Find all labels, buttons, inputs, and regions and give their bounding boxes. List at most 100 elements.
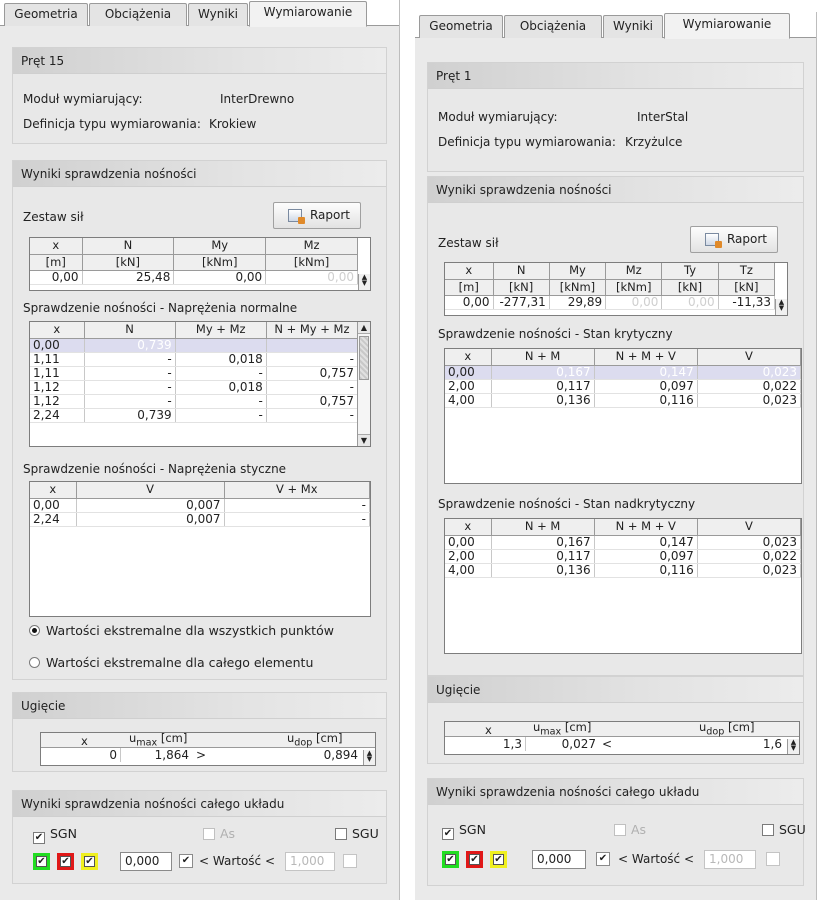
max-enable-checkbox[interactable] <box>766 852 780 866</box>
tab-obciazenia[interactable]: Obciążenia <box>504 15 602 38</box>
tab-geometria[interactable]: Geometria <box>419 15 503 38</box>
report-icon <box>288 209 305 224</box>
table-row[interactable]: 1,12- -0,757 <box>30 394 359 409</box>
row-spinner[interactable]: ▲ ▼ <box>363 750 375 765</box>
col-udop: udop [cm] <box>287 731 342 748</box>
min-value-input[interactable]: 0,000 <box>532 850 586 869</box>
scroll-up-icon[interactable]: ▲ <box>358 322 370 334</box>
table-scrollbar[interactable]: ▲ ▼ <box>357 322 370 446</box>
table-row[interactable]: 2,24 0,739- - <box>30 408 359 423</box>
col-tz: Tz <box>718 263 776 280</box>
table-row[interactable]: 0,00 0,739 <box>30 338 359 353</box>
as-checkbox[interactable]: As <box>203 826 235 841</box>
udop-subscript: dop <box>706 726 725 738</box>
table-row[interactable]: 0,00 -277,31 29,89 0,00 0,00 -11,33 <box>445 295 776 310</box>
cell: 0,00 <box>30 498 77 513</box>
row-spinner[interactable]: ▲ ▼ <box>775 299 787 315</box>
table-row[interactable]: 1,12-0,018- <box>30 380 359 395</box>
deflection-title: Ugięcie <box>13 693 386 719</box>
cell: 0,007 <box>76 512 225 527</box>
cell: 0,023 <box>697 563 802 578</box>
red-filter-checkbox[interactable]: ✔ <box>57 853 74 870</box>
tab-wymiarowanie[interactable]: Wymiarowanie <box>664 13 790 39</box>
table-row[interactable]: 4,00 0,136 0,116 0,023 <box>445 393 802 408</box>
report-label: Raport <box>726 232 767 246</box>
umax-unit: [cm] <box>160 731 188 745</box>
tab-geometria[interactable]: Geometria <box>4 3 88 26</box>
extremes-whole-element-radio[interactable]: Wartości ekstremalne dla całego elementu <box>29 655 313 670</box>
table-row[interactable]: 4,00 0,136 0,116 0,023 <box>445 563 802 578</box>
umax-subscript: max <box>136 737 158 749</box>
green-filter-checkbox[interactable]: ✔ <box>33 853 50 870</box>
sgn-checkbox[interactable]: ✔ SGN <box>33 826 77 844</box>
min-enable-checkbox[interactable]: ✔ <box>179 854 193 868</box>
table-row[interactable]: 1,11-0,018- <box>30 352 359 367</box>
cell: 2,00 <box>445 379 492 394</box>
shear-stress-title: Sprawdzenie nośności - Naprężenia styczn… <box>23 462 287 476</box>
check-icon: ✔ <box>469 854 480 865</box>
table-row[interactable]: 2,00 0,117 0,097 0,022 <box>445 549 802 564</box>
tab-obciazenia[interactable]: Obciążenia <box>89 3 187 26</box>
normal-stress-table[interactable]: x N My + Mz N + My + Mz 0,00 0,739 1,11-0,01… <box>29 321 371 447</box>
table-row[interactable]: 0,00 25,48 0,00 0,00 <box>30 270 358 285</box>
max-value-input[interactable]: 1,000 <box>285 852 335 871</box>
deflection-table[interactable]: x umax [cm] udop [cm] 1,3 0,027 < 1,6 ▲ ▼ <box>444 720 800 755</box>
col-x: x <box>30 322 85 339</box>
table-row[interactable]: 1,11- -0,757 <box>30 366 359 381</box>
green-filter-checkbox[interactable]: ✔ <box>442 851 459 868</box>
table-row[interactable]: 0,00 0,167 0,147 0,023 <box>445 535 802 550</box>
cell: -11,33 <box>718 295 776 310</box>
sgu-checkbox[interactable]: SGU <box>335 826 379 841</box>
sgu-checkbox[interactable]: SGU <box>762 822 806 837</box>
force-set-label: Zestaw sił <box>438 236 499 250</box>
min-value-input[interactable]: 0,000 <box>120 852 172 871</box>
row-spinner[interactable]: ▲ ▼ <box>358 274 370 290</box>
col-umax: umax [cm] <box>129 731 187 748</box>
udop-unit: [cm] <box>727 720 755 734</box>
table-row[interactable]: 2,24 0,007- <box>30 512 370 527</box>
radio-dot[interactable] <box>29 625 40 636</box>
scroll-down-icon[interactable]: ▼ <box>358 434 370 446</box>
tab-wymiarowanie[interactable]: Wymiarowanie <box>249 1 367 27</box>
extremes-all-points-radio[interactable]: Wartości ekstremalne dla wszystkich punk… <box>29 623 334 638</box>
results-title: Wyniki sprawdzenia nośności <box>13 161 386 187</box>
col-x: x <box>445 349 492 366</box>
max-value-input[interactable]: 1,000 <box>704 850 756 869</box>
bar-title: Pręt 1 <box>428 63 803 89</box>
report-button[interactable]: Raport <box>273 202 361 229</box>
as-checkbox[interactable]: As <box>614 822 646 837</box>
cell: - <box>84 366 176 381</box>
shear-stress-table[interactable]: xVV + Mx 0,00 0,007- 2,24 0,007- <box>29 481 371 617</box>
cell: -277,31 <box>493 295 550 310</box>
force-set-table[interactable]: x N My Mz [m] [kN] [kNm] [kNm] 0,00 25,48 0,00 0,… <box>29 237 371 291</box>
force-set-table[interactable]: x N My Mz Ty Tz [m] [kN] [kNm] [kNm] [kN] [kN] 0,0… <box>444 262 788 316</box>
supercritical-state-table[interactable]: xN + MN + M + VV 0,00 0,167 0,147 0,023 2,0… <box>444 518 802 654</box>
cell: 2,24 <box>30 408 85 423</box>
table-row[interactable]: 0,00 0,167 0,147 0,023 <box>445 365 802 380</box>
deflection-udop: 0,894 <box>323 748 358 762</box>
definition-value: Krzyżulce <box>625 135 683 149</box>
cell: - <box>175 408 267 423</box>
cell: 0,00 <box>30 338 85 353</box>
yellow-filter-checkbox[interactable]: ✔ <box>490 851 507 868</box>
tab-wyniki[interactable]: Wyniki <box>603 15 663 38</box>
cell: - <box>266 380 359 395</box>
row-spinner[interactable]: ▲ ▼ <box>787 739 799 754</box>
report-button[interactable]: Raport <box>690 226 778 253</box>
critical-state-table[interactable]: xN + MN + M + VV 0,00 0,167 0,147 0,023 2,0… <box>444 348 802 484</box>
radio-dot[interactable] <box>29 657 40 668</box>
col-x: x <box>445 519 492 536</box>
min-enable-checkbox[interactable]: ✔ <box>596 852 610 866</box>
as-label: As <box>631 822 647 837</box>
module-value: InterDrewno <box>220 92 295 106</box>
sgn-checkbox[interactable]: ✔ SGN <box>442 822 486 840</box>
table-row[interactable]: 0,00 0,007- <box>30 498 370 513</box>
yellow-filter-checkbox[interactable]: ✔ <box>81 853 98 870</box>
red-filter-checkbox[interactable]: ✔ <box>466 851 483 868</box>
max-enable-checkbox[interactable] <box>343 854 357 868</box>
tab-wyniki[interactable]: Wyniki <box>188 3 248 26</box>
deflection-table[interactable]: x umax [cm] udop [cm] 0 1,864 > 0,894 ▲ ▼ <box>40 731 376 766</box>
scroll-thumb[interactable] <box>359 336 369 380</box>
table-row[interactable]: 2,00 0,117 0,097 0,022 <box>445 379 802 394</box>
value-range-label: < Wartość < <box>199 854 276 868</box>
